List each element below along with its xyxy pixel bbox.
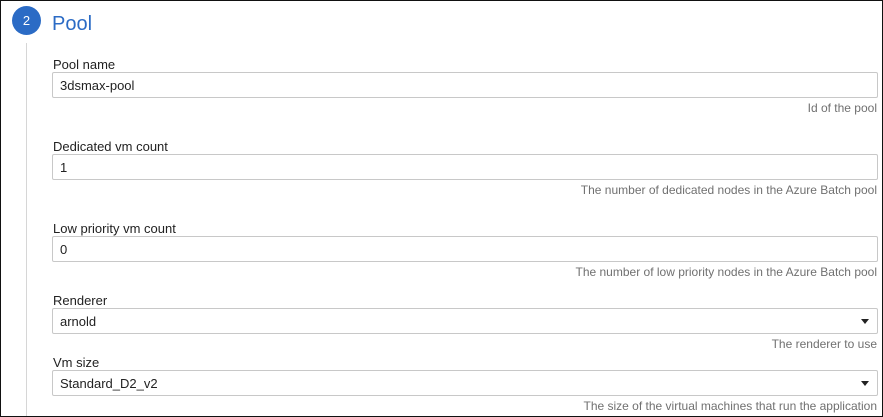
- step-connector-line: [26, 43, 27, 416]
- vm-size-selected-value: Standard_D2_v2: [60, 375, 158, 391]
- vm-size-help: The size of the virtual machines that ru…: [583, 399, 878, 413]
- dedicated-vm-count-input[interactable]: [52, 154, 878, 180]
- step-number-badge: 2: [12, 6, 41, 35]
- chevron-down-icon[interactable]: [861, 381, 869, 386]
- pool-name-help: Id of the pool: [807, 101, 877, 115]
- low-priority-vm-count-help: The number of low priority nodes in the …: [575, 265, 878, 279]
- dedicated-vm-count-help: The number of dedicated nodes in the Azu…: [580, 183, 877, 197]
- renderer-label: Renderer: [53, 293, 108, 308]
- section-title: Pool: [52, 13, 93, 35]
- vm-size-label: Vm size: [53, 355, 100, 370]
- pool-name-input[interactable]: [52, 72, 878, 98]
- vm-size-select[interactable]: Standard_D2_v2: [52, 370, 878, 396]
- low-priority-vm-count-label: Low priority vm count: [53, 221, 176, 236]
- renderer-select[interactable]: arnold: [52, 308, 878, 334]
- renderer-selected-value: arnold: [60, 313, 97, 329]
- pool-form-panel: 2 Pool Pool name Id of the pool Dedicate…: [0, 0, 883, 417]
- pool-name-label: Pool name: [53, 57, 116, 72]
- renderer-help: The renderer to use: [771, 337, 877, 351]
- dedicated-vm-count-label: Dedicated vm count: [53, 139, 168, 154]
- chevron-down-icon[interactable]: [861, 319, 869, 324]
- low-priority-vm-count-input[interactable]: [52, 236, 878, 262]
